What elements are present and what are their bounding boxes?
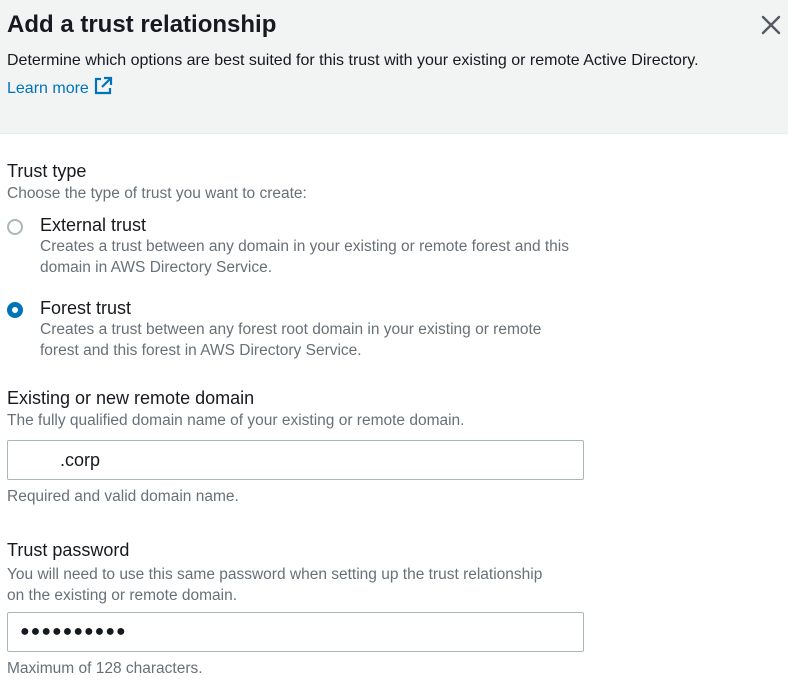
close-button[interactable] — [758, 12, 784, 38]
trust-password-label: Trust password — [7, 540, 130, 560]
modal-description: Determine which options are best suited … — [7, 47, 727, 103]
remote-domain-label: Existing or new remote domain — [7, 388, 255, 408]
radio-forest-trust-label[interactable]: Forest trust — [40, 296, 131, 320]
radio-forest-trust-circle[interactable] — [7, 302, 23, 318]
trust-type-description: Choose the type of trust you want to cre… — [7, 185, 307, 202]
trust-password-hint: Maximum of 128 characters. — [7, 660, 203, 677]
radio-external-trust-circle[interactable] — [7, 219, 23, 235]
modal-title: Add a trust relationship — [7, 11, 277, 38]
radio-external-trust-label[interactable]: External trust — [40, 213, 146, 237]
trust-type-label: Trust type — [7, 161, 87, 181]
remote-domain-hint: Required and valid domain name. — [7, 488, 239, 505]
modal-header: Add a trust relationship Determine which… — [0, 0, 788, 134]
trust-password-input[interactable] — [7, 612, 584, 652]
external-link-icon — [94, 76, 112, 95]
radio-forest-trust-description: Creates a trust between any forest root … — [40, 321, 542, 359]
remote-domain-input[interactable] — [7, 440, 584, 480]
remote-domain-description: The fully qualified domain name of your … — [7, 412, 465, 429]
close-icon — [761, 15, 781, 35]
trust-password-description: You will need to use this same password … — [7, 566, 543, 604]
learn-more-link[interactable]: Learn more — [7, 76, 113, 97]
radio-external-trust-description: Creates a trust between any domain in yo… — [40, 238, 569, 276]
learn-more-label: Learn more — [7, 80, 89, 97]
modal-description-text: Determine which options are best suited … — [7, 52, 699, 69]
